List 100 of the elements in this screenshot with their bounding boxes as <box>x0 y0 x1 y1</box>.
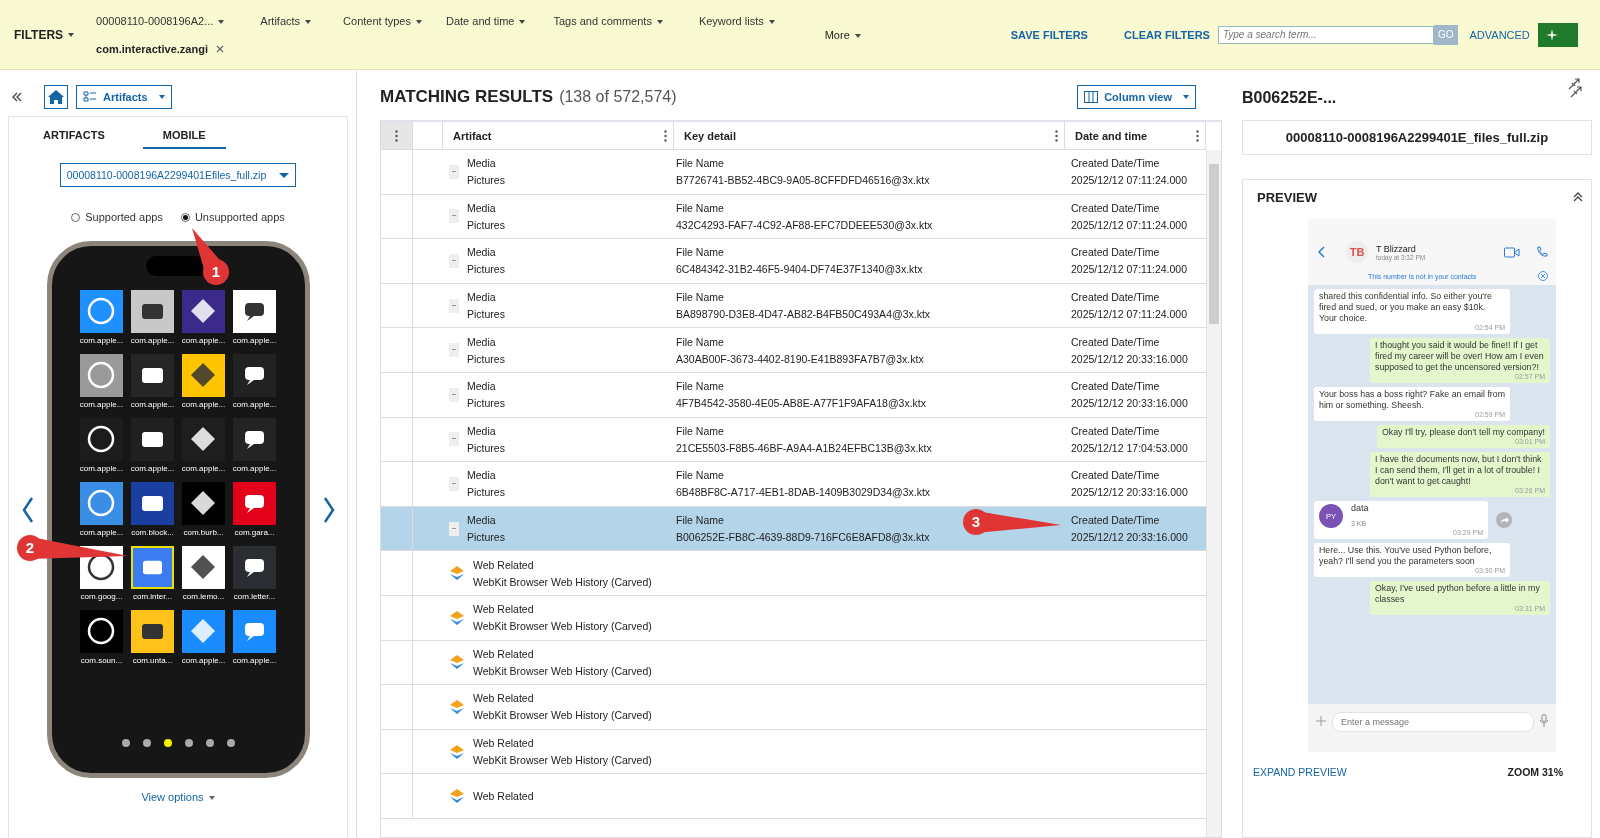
app-icon[interactable] <box>182 482 225 525</box>
app-icon[interactable] <box>182 290 225 333</box>
app-icon[interactable] <box>131 482 174 525</box>
kebab-menu-icon[interactable] <box>1055 129 1058 142</box>
advanced-link[interactable]: ADVANCED <box>1469 28 1530 41</box>
pin-icon[interactable] <box>1570 86 1582 98</box>
filter-dropdown[interactable]: Content types <box>343 14 422 27</box>
app-tile[interactable]: com.apple... <box>182 354 225 414</box>
microphone-icon[interactable] <box>1540 714 1548 727</box>
app-tile[interactable]: com.block... <box>131 482 174 542</box>
page-dot[interactable] <box>205 739 214 747</box>
filter-dropdown[interactable]: Tags and comments <box>553 14 663 27</box>
radio-option[interactable]: Unsupported apps <box>180 211 285 223</box>
expand-preview-link[interactable]: EXPAND PREVIEW <box>1253 766 1347 778</box>
column-header[interactable]: Key detail <box>684 129 736 142</box>
result-row[interactable]: Web Related WebKit Browser Web History (Carved) <box>381 729 1206 775</box>
app-tile[interactable]: com.apple... <box>233 354 276 414</box>
app-tile[interactable]: com.lemo... <box>182 546 225 606</box>
radio-option[interactable]: Supported apps <box>71 211 163 223</box>
page-dot[interactable] <box>184 739 193 747</box>
collapse-icon[interactable] <box>12 92 22 102</box>
tab[interactable]: MOBILE <box>142 123 226 149</box>
result-row[interactable]: Web Related WebKit Browser Web History (Carved) <box>381 640 1206 686</box>
column-header[interactable]: Date and time <box>1075 129 1148 142</box>
collapse-icon[interactable] <box>1573 192 1583 202</box>
app-icon[interactable] <box>182 418 225 461</box>
app-icon[interactable] <box>182 546 225 589</box>
more-dropdown[interactable]: More <box>824 28 861 41</box>
app-tile[interactable]: com.letter... <box>233 546 276 606</box>
app-icon[interactable] <box>131 290 174 333</box>
column-header[interactable]: Artifact <box>453 129 492 142</box>
pin-icon[interactable] <box>1568 78 1580 90</box>
kebab-menu-icon[interactable] <box>395 129 398 142</box>
app-tile[interactable]: com.apple... <box>182 418 225 478</box>
app-icon[interactable] <box>233 546 276 589</box>
phone-icon[interactable] <box>1536 246 1548 258</box>
sparkle-button[interactable] <box>1537 22 1578 47</box>
app-tile[interactable]: com.burb... <box>182 482 225 542</box>
close-icon[interactable] <box>1538 271 1548 281</box>
page-dot[interactable] <box>163 739 172 747</box>
message-field[interactable]: Enter a message <box>1332 712 1534 732</box>
home-button[interactable] <box>44 85 68 109</box>
app-tile[interactable]: com.apple... <box>233 418 276 478</box>
app-tile[interactable]: com.gara... <box>233 482 276 542</box>
filter-dropdown[interactable]: Date and time <box>445 14 526 27</box>
scrollbar[interactable] <box>1206 150 1221 837</box>
result-row[interactable]: Web Related WebKit Browser Web History (Carved) <box>381 551 1206 596</box>
result-row[interactable]: Media Pictures File Name 6B48BF8C-A717-4EB1-8DAB-1409B3029D34@3x.ktx Created Date/Time 2025/12/12 20:33:16.000 <box>381 462 1206 507</box>
app-tile[interactable]: com.inter... <box>131 546 174 606</box>
app-tile[interactable]: com.apple... <box>131 290 174 350</box>
app-icon[interactable] <box>233 354 276 397</box>
app-tile[interactable]: com.apple... <box>80 290 123 350</box>
filter-dropdown[interactable]: Keyword lists <box>698 14 775 27</box>
result-row[interactable]: Media Pictures File Name BA898790-D3E8-4D47-AB82-B4FB50C493A4@3x.ktx Created Date/Time 2025/12/12 07:11:24.000 <box>381 283 1206 329</box>
kebab-menu-icon[interactable] <box>664 129 667 142</box>
view-dropdown[interactable]: Artifacts <box>76 85 172 109</box>
app-tile[interactable]: com.apple... <box>233 290 276 350</box>
result-row[interactable]: Web Related WebKit Browser Web History (Carved) <box>381 685 1206 730</box>
app-tile[interactable]: com.apple... <box>182 610 225 670</box>
kebab-menu-icon[interactable] <box>1196 129 1199 142</box>
page-dot[interactable] <box>142 739 151 747</box>
app-tile[interactable]: com.apple... <box>233 610 276 670</box>
app-tile[interactable]: com.apple... <box>182 290 225 350</box>
app-tile[interactable]: com.apple... <box>80 482 123 542</box>
app-tile[interactable]: com.soun... <box>80 610 123 670</box>
result-row[interactable]: Media Pictures File Name 21CE5503-F8B5-46BF-A9A4-A1B24EFBC13B@3x.ktx Created Date/Time 2025/12/12 17:04:53.000 <box>381 417 1206 463</box>
filter-dropdown[interactable]: Artifacts <box>260 14 312 27</box>
result-row[interactable]: Media Pictures File Name 6C484342-31B2-46F5-9404-DF74E37F1340@3x.ktx Created Date/Time 2025/12/12 07:11:24.000 <box>381 239 1206 284</box>
app-tile[interactable]: com.apple... <box>131 354 174 414</box>
app-icon[interactable] <box>131 354 174 397</box>
view-options-dropdown[interactable]: View options <box>135 790 221 804</box>
app-icon[interactable] <box>233 418 276 461</box>
clear-filters-link[interactable]: CLEAR FILTERS <box>1123 28 1210 41</box>
app-tile[interactable]: com.apple... <box>80 418 123 478</box>
app-icon[interactable] <box>131 418 174 461</box>
save-filters-link[interactable]: SAVE FILTERS <box>1010 28 1088 41</box>
app-icon[interactable] <box>131 610 174 653</box>
app-tile[interactable]: com.unta... <box>131 610 174 670</box>
result-row[interactable]: Media Pictures File Name A30AB00F-3673-4402-8190-E41B893FA7B7@3x.ktx Created Date/Time 2025/12/12 20:33:16.000 <box>381 328 1206 373</box>
filters-label[interactable]: FILTERS <box>14 27 75 42</box>
search-field[interactable]: Type a search term... <box>1217 25 1434 44</box>
app-tile[interactable]: com.apple... <box>131 418 174 478</box>
result-row[interactable]: Media Pictures File Name 432C4293-FAF7-4C92-AF88-EFC7DDEEE530@3x.ktx Created Date/Time 2025/12/12 07:11:24.000 <box>381 194 1206 240</box>
app-icon[interactable] <box>233 290 276 333</box>
video-call-icon[interactable] <box>1504 246 1520 258</box>
result-row[interactable]: Web Related WebKit Browser Web History (Carved) <box>381 595 1206 641</box>
close-icon[interactable] <box>216 44 224 53</box>
filter-dropdown[interactable]: 00008110-0008196A2... <box>96 14 225 27</box>
page-dot[interactable] <box>226 739 235 747</box>
app-icon[interactable] <box>80 610 123 653</box>
app-icon[interactable] <box>80 418 123 461</box>
back-icon[interactable] <box>1318 246 1326 258</box>
result-row[interactable]: Media Pictures File Name 4F7B4542-3580-4E05-AB8E-A77F1F9AFA18@3x.ktx Created Date/Time 2025/12/12 20:33:16.000 <box>381 372 1206 418</box>
page-dot[interactable] <box>121 739 130 747</box>
result-row[interactable]: Web Related <box>381 774 1206 819</box>
tab[interactable]: ARTIFACTS <box>35 123 113 149</box>
result-row[interactable]: Media Pictures File Name B7726741-BB52-4BC9-9A05-8CFFDFD46516@3x.ktx Created Date/Time 2025/12/12 07:11:24.000 <box>381 150 1206 195</box>
column-view-dropdown[interactable]: Column view <box>1077 85 1196 109</box>
app-tile[interactable]: com.apple... <box>80 354 123 414</box>
source-dropdown[interactable]: 00008110-0008196A2299401Efiles_full.zip <box>59 163 297 187</box>
